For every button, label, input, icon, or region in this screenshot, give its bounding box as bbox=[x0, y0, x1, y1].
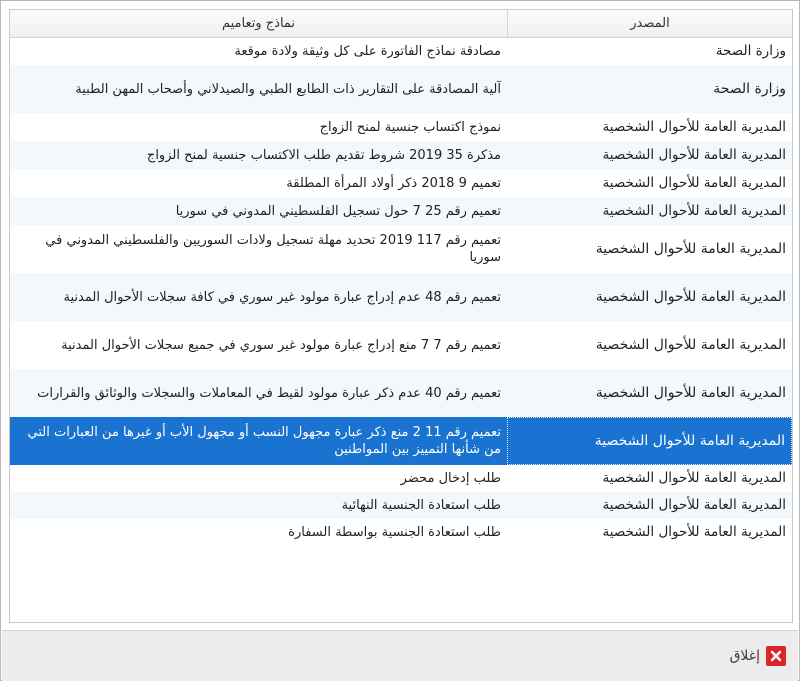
cell-source: المديرية العامة للأحوال الشخصية bbox=[602, 470, 786, 486]
cell-forms: آلية المصادقة على التقارير ذات الطابع ال… bbox=[75, 81, 501, 97]
cell-source: المديرية العامة للأحوال الشخصية bbox=[602, 174, 786, 191]
close-icon bbox=[766, 646, 786, 666]
table-row[interactable]: المديرية العامة للأحوال الشخصية تعميم رق… bbox=[10, 225, 792, 273]
column-header-source[interactable]: المصدر bbox=[507, 10, 792, 37]
table-row[interactable]: المديرية العامة للأحوال الشخصية طلب استع… bbox=[10, 492, 792, 519]
table-row[interactable]: المديرية العامة للأحوال الشخصية طلب إدخا… bbox=[10, 465, 792, 492]
cell-source: المديرية العامة للأحوال الشخصية bbox=[595, 288, 786, 305]
table-row[interactable]: المديرية العامة للأحوال الشخصية تعميم رق… bbox=[10, 197, 792, 225]
cell-forms: مصادقة نماذج الفاتورة على كل وثيقة ولادة… bbox=[234, 44, 501, 59]
cell-source: المديرية العامة للأحوال الشخصية bbox=[602, 146, 786, 163]
table-row[interactable]: المديرية العامة للأحوال الشخصية نموذج اك… bbox=[10, 113, 792, 141]
table-row[interactable]: وزارة الصحة آلية المصادقة على التقارير ذ… bbox=[10, 65, 792, 113]
cell-forms: طلب إدخال محضر bbox=[400, 471, 501, 486]
cell-forms: تعميم رقم 11 2 منع ذكر عبارة مجهول النسب… bbox=[27, 425, 501, 457]
cell-source: المديرية العامة للأحوال الشخصية bbox=[595, 240, 786, 257]
table-row[interactable]: المديرية العامة للأحوال الشخصية تعميم رق… bbox=[10, 321, 792, 369]
cell-forms: طلب استعادة الجنسية النهائية bbox=[341, 498, 501, 513]
table-row[interactable]: المديرية العامة للأحوال الشخصية مذكرة 35… bbox=[10, 141, 792, 169]
cell-forms: تعميم رقم 25 7 حول تسجيل الفلسطيني المدو… bbox=[175, 203, 501, 219]
column-header-forms[interactable]: نماذج وتعاميم bbox=[10, 10, 507, 37]
cell-forms: تعميم رقم 117 2019 تحديد مهلة تسجيل ولاد… bbox=[45, 233, 501, 265]
cell-source: المديرية العامة للأحوال الشخصية bbox=[602, 202, 786, 219]
cell-source: المديرية العامة للأحوال الشخصية bbox=[507, 417, 792, 465]
cell-forms: تعميم رقم 7 7 منع إدراج عبارة مولود غير … bbox=[61, 337, 501, 353]
cell-source: المديرية العامة للأحوال الشخصية bbox=[595, 384, 786, 401]
close-button[interactable]: إغلاق bbox=[698, 643, 790, 669]
table-header: المصدر نماذج وتعاميم bbox=[10, 10, 792, 38]
table-row[interactable]: المديرية العامة للأحوال الشخصية تعميم رق… bbox=[10, 369, 792, 417]
table-row[interactable]: المديرية العامة للأحوال الشخصية تعميم 9 … bbox=[10, 169, 792, 197]
cell-forms: طلب استعادة الجنسية بواسطة السفارة bbox=[288, 525, 501, 540]
dialog-footer: إغلاق bbox=[2, 630, 798, 681]
table-row-selected[interactable]: المديرية العامة للأحوال الشخصية تعميم رق… bbox=[10, 417, 792, 465]
forms-table: المصدر نماذج وتعاميم وزارة الصحة مصادقة … bbox=[9, 9, 793, 623]
cell-source: المديرية العامة للأحوال الشخصية bbox=[602, 524, 786, 540]
table-row[interactable]: المديرية العامة للأحوال الشخصية طلب استع… bbox=[10, 519, 792, 546]
cell-source: وزارة الصحة bbox=[713, 80, 786, 97]
cell-source: المديرية العامة للأحوال الشخصية bbox=[602, 497, 786, 513]
cell-forms: مذكرة 35 2019 شروط تقديم طلب الاكتساب جن… bbox=[146, 147, 501, 163]
cell-forms: نموذج اكتساب جنسية لمنح الزواج bbox=[319, 119, 501, 135]
close-button-label: إغلاق bbox=[729, 648, 760, 664]
cell-source: وزارة الصحة bbox=[715, 43, 786, 59]
table-row[interactable]: وزارة الصحة مصادقة نماذج الفاتورة على كل… bbox=[10, 38, 792, 65]
dialog-window: المصدر نماذج وتعاميم وزارة الصحة مصادقة … bbox=[0, 0, 800, 681]
cell-source: المديرية العامة للأحوال الشخصية bbox=[602, 118, 786, 135]
cell-source: المديرية العامة للأحوال الشخصية bbox=[595, 336, 786, 353]
cell-forms: تعميم رقم 40 عدم ذكر عبارة مولود لقيط في… bbox=[37, 385, 501, 401]
cell-forms: تعميم رقم 48 عدم إدراج عبارة مولود غير س… bbox=[63, 289, 501, 305]
cell-forms: تعميم 9 2018 ذكر أولاد المرأة المطلقة bbox=[286, 175, 501, 191]
table-row[interactable]: المديرية العامة للأحوال الشخصية تعميم رق… bbox=[10, 273, 792, 321]
